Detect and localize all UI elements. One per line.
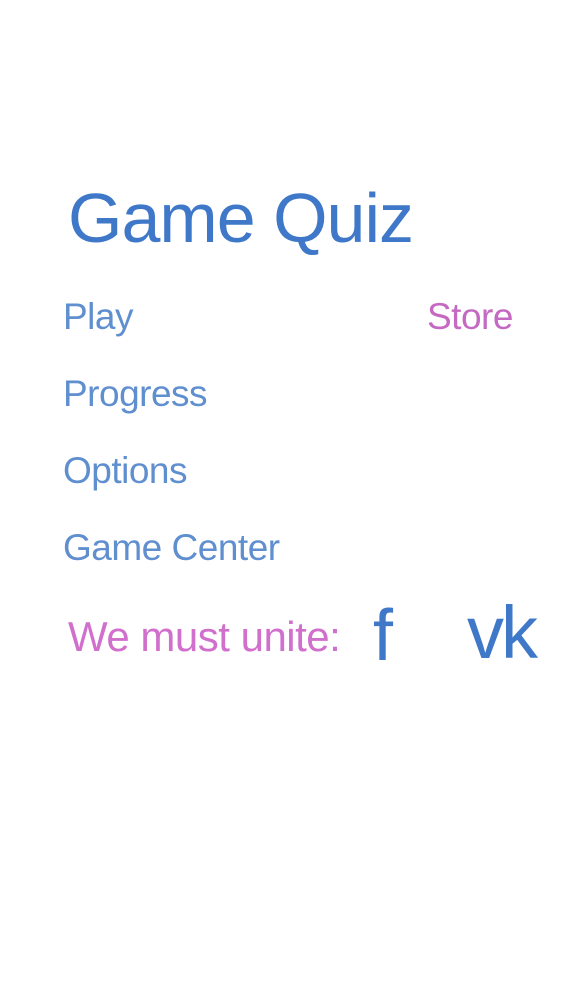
social-label: We must unite: [68,613,341,660]
options-button[interactable]: Options [63,452,188,489]
play-button[interactable]: Play [63,298,133,335]
vk-icon[interactable]: vk [467,596,538,670]
game-title: Game Quiz [68,179,414,257]
game-center-button[interactable]: Game Center [63,529,280,566]
store-button[interactable]: Store [427,298,513,335]
facebook-icon[interactable]: f [373,600,393,672]
progress-button[interactable]: Progress [63,375,208,412]
main-menu-screen: Game Quiz Play Progress Options Game Cen… [0,0,563,1000]
